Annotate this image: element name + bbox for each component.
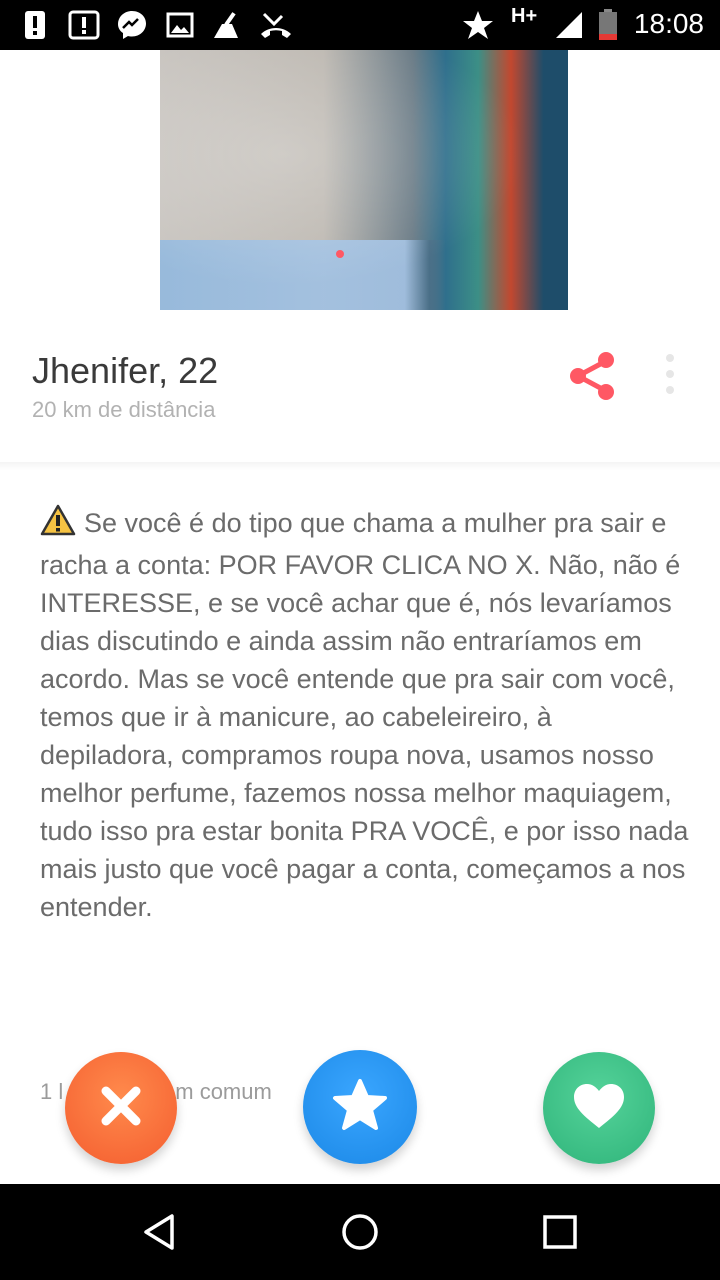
more-options-icon[interactable]	[660, 352, 680, 400]
recents-button[interactable]	[512, 1184, 608, 1280]
messenger-icon	[116, 9, 148, 41]
network-type: H+	[511, 5, 538, 27]
like-button[interactable]	[543, 1052, 655, 1164]
back-button[interactable]	[112, 1184, 208, 1280]
status-bar: H+ 18:08	[0, 0, 720, 50]
star-icon	[462, 9, 494, 41]
photo-highlight	[160, 50, 568, 310]
warning-icon	[40, 504, 76, 546]
common-text-right: m comum	[175, 1079, 272, 1104]
photo-indicator-dot	[336, 250, 344, 258]
bio-text: Se você é do tipo que chama a mulher pra…	[40, 508, 689, 922]
notification-icon	[68, 9, 100, 41]
nope-button[interactable]	[65, 1052, 177, 1164]
profile-photo[interactable]	[160, 50, 568, 310]
signal-icon	[552, 9, 584, 41]
profile-distance: 20 km de distância	[32, 397, 216, 422]
profile-bio: Se você é do tipo que chama a mulher pra…	[40, 504, 690, 926]
navigation-bar	[0, 1184, 720, 1280]
clock: 18:08	[633, 8, 704, 39]
alert-icon	[24, 9, 46, 41]
common-text-left: 1 l	[40, 1079, 64, 1104]
profile-name-age: Jhenifer, 22	[32, 350, 219, 391]
superlike-button[interactable]	[303, 1050, 417, 1164]
missed-call-icon	[258, 9, 294, 41]
image-icon	[166, 9, 194, 41]
battery-icon	[598, 9, 618, 41]
share-icon[interactable]	[566, 350, 620, 402]
home-button[interactable]	[312, 1184, 408, 1280]
cleaner-icon	[210, 9, 244, 41]
superlike-star-icon	[332, 1078, 388, 1136]
nope-icon	[98, 1083, 144, 1133]
section-divider	[0, 462, 720, 470]
like-heart-icon	[572, 1082, 626, 1134]
